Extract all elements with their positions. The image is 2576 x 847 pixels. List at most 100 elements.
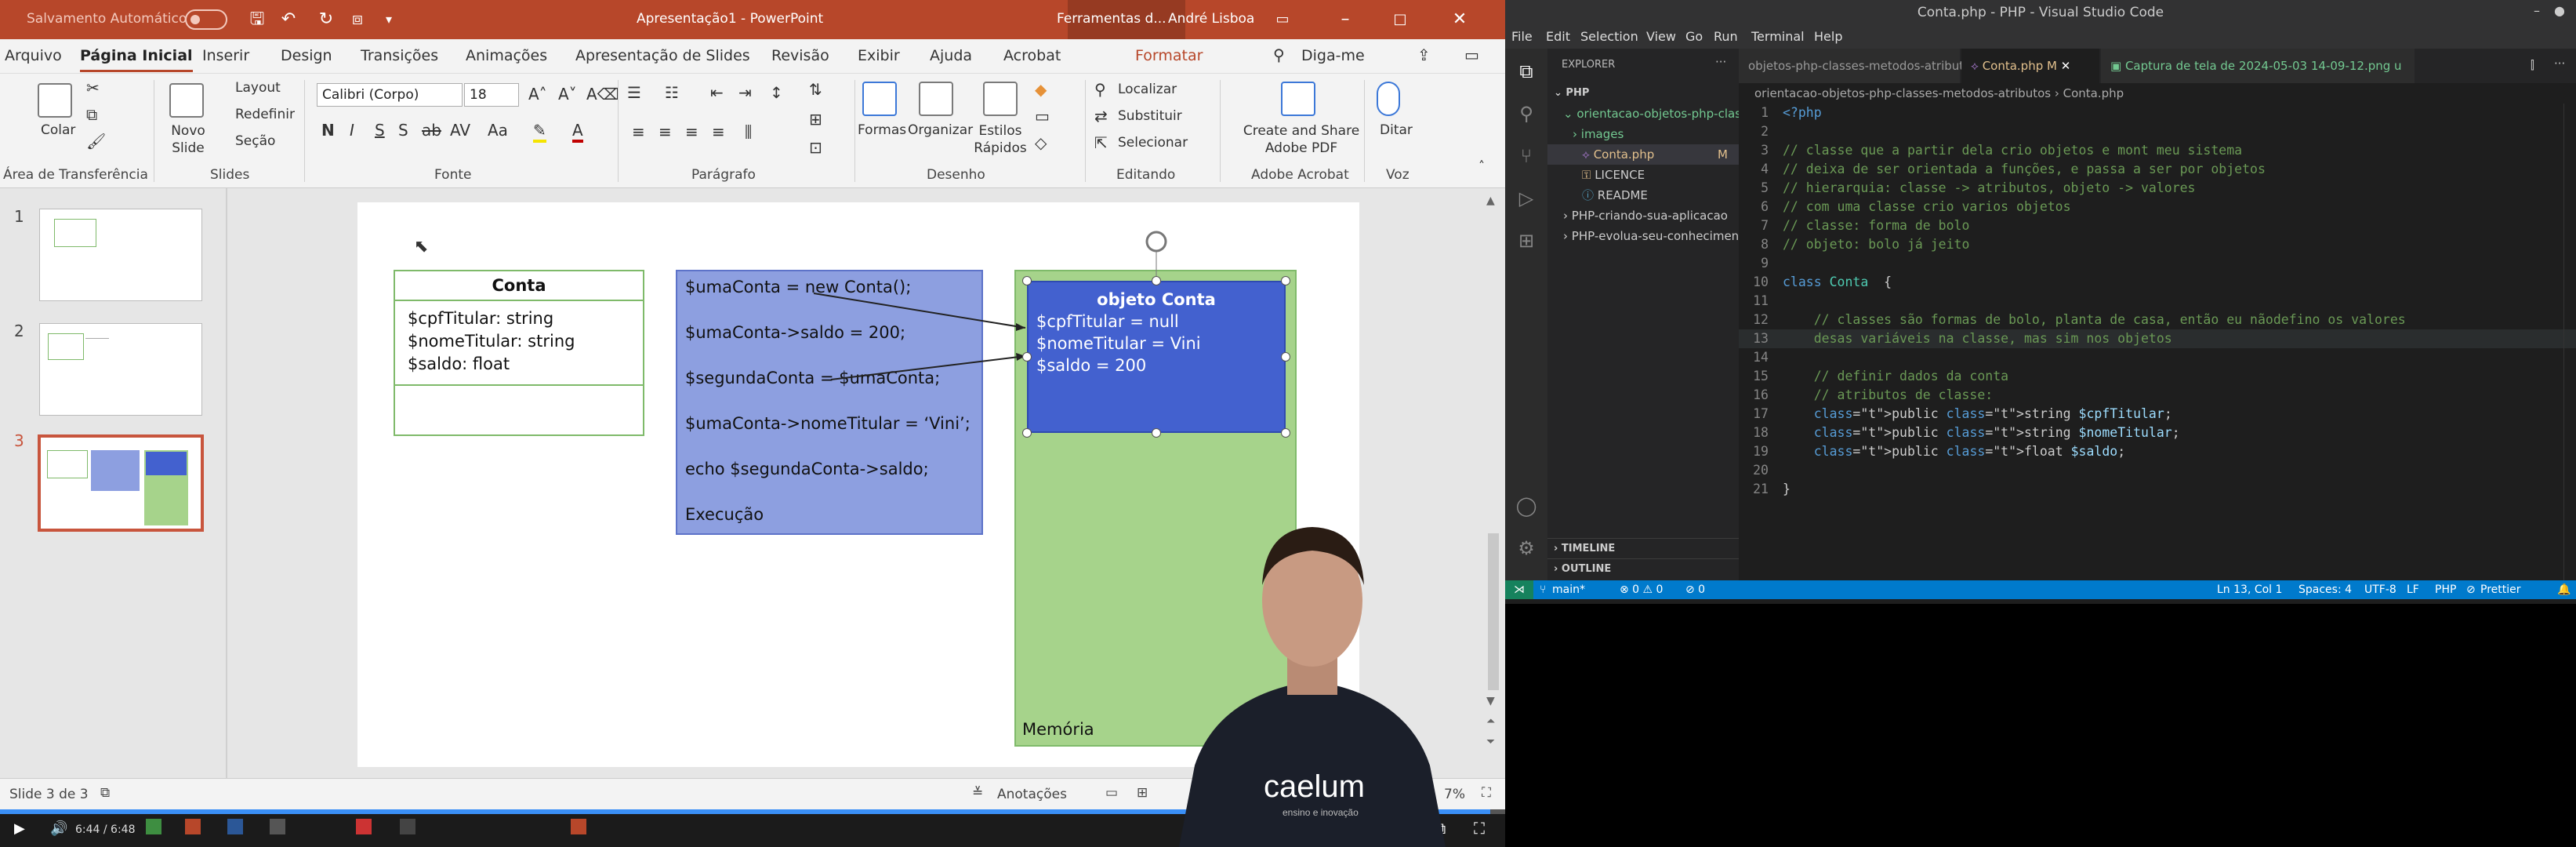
line-spacing-icon[interactable]: ↕ <box>770 83 783 102</box>
normal-view-icon[interactable]: ▭ <box>1105 785 1118 801</box>
find-icon[interactable]: ⚲ <box>1094 80 1106 99</box>
numbering-icon[interactable]: ☷ <box>665 83 679 102</box>
font-name-select[interactable]: Calibri (Corpo) <box>317 83 463 107</box>
remote-icon[interactable]: ⋊ <box>1505 580 1533 599</box>
language-mode[interactable]: PHP <box>2435 580 2456 599</box>
notes-icon[interactable]: ≚ <box>972 785 983 801</box>
taskbar-app-icon[interactable] <box>356 819 372 834</box>
encoding[interactable]: UTF-8 <box>2364 580 2396 599</box>
spellcheck-icon[interactable]: ⧉ <box>100 785 110 801</box>
close-tab-icon[interactable]: ✕ <box>2057 59 2071 73</box>
split-editor-icon[interactable]: ⫿ <box>2531 58 2534 72</box>
code-editor[interactable]: 1 <?php 2 3 // classe que a partir dela crio… <box>1739 104 2576 580</box>
editor-tab-active[interactable]: ⟡ Conta.php M ✕ <box>1961 49 2099 83</box>
quick-styles-icon[interactable] <box>983 82 1018 116</box>
taskbar-app-icon[interactable] <box>571 819 586 834</box>
autosave-toggle[interactable] <box>185 9 227 30</box>
italic-icon[interactable]: I <box>350 121 354 140</box>
code-line[interactable]: 18 class="t">public class="t">string $no… <box>1739 424 2576 442</box>
resize-handle[interactable] <box>1281 428 1290 438</box>
shrink-font-icon[interactable]: A˅ <box>558 85 577 104</box>
tab-exibir[interactable]: Exibir <box>858 47 900 64</box>
adobe-pdf-icon[interactable] <box>1281 82 1315 116</box>
increase-indent-icon[interactable]: ⇥ <box>738 83 752 102</box>
underline-icon[interactable]: S <box>375 121 385 140</box>
highlight-icon[interactable]: ✎ <box>533 121 546 143</box>
reset-button[interactable]: Redefinir <box>235 107 295 122</box>
tab-animacoes[interactable]: Animações <box>466 47 547 64</box>
sorter-view-icon[interactable]: ⊞ <box>1137 785 1148 801</box>
code-line[interactable]: 6 // com uma classe crio varios objetos <box>1739 198 2576 216</box>
menu-go[interactable]: Go <box>1685 29 1703 44</box>
file-item-selected[interactable]: ⟡ Conta.php M <box>1547 144 1739 165</box>
collapse-ribbon-icon[interactable]: ˄ <box>1478 158 1485 173</box>
rotate-handle-icon[interactable] <box>1145 231 1167 253</box>
present-icon[interactable]: ⧈ <box>345 7 370 32</box>
decrease-indent-icon[interactable]: ⇤ <box>710 83 724 102</box>
resize-handle[interactable] <box>1022 352 1032 362</box>
taskbar-app-icon[interactable] <box>227 819 243 834</box>
code-line[interactable]: 8 // objeto: bolo já jeito <box>1739 235 2576 254</box>
resize-handle[interactable] <box>1281 276 1290 285</box>
effects-icon[interactable]: ◇ <box>1035 133 1047 152</box>
code-line[interactable]: 1 <?php <box>1739 104 2576 122</box>
extensions-icon[interactable]: ⊞ <box>1515 229 1538 253</box>
account-icon[interactable]: ◯ <box>1515 494 1538 518</box>
tab-acrobat[interactable]: Acrobat <box>1003 47 1061 64</box>
font-color-icon[interactable]: A <box>572 121 583 143</box>
grow-font-icon[interactable]: A˄ <box>528 85 547 104</box>
font-size-select[interactable]: 18 <box>464 83 519 107</box>
more-actions-icon[interactable]: ··· <box>1715 55 1726 69</box>
code-line[interactable]: 14 <box>1739 348 2576 367</box>
editor-tab[interactable]: ▣ Captura de tela de 2024-05-03 14-09-12… <box>2101 49 2415 83</box>
volume-icon[interactable]: 🔊 <box>50 820 67 837</box>
minimap-scrollbar[interactable] <box>2563 104 2576 580</box>
maximize-icon[interactable]: □ <box>1388 7 1413 32</box>
new-slide-icon[interactable] <box>169 83 204 118</box>
menu-selection[interactable]: Selection <box>1580 29 1638 44</box>
code-line[interactable]: 10 class Conta { <box>1739 273 2576 292</box>
columns-icon[interactable]: ⫼ <box>745 122 752 141</box>
code-line[interactable]: 13 desas variáveis na classe, mas sim no… <box>1739 329 2576 348</box>
code-line[interactable]: 7 // classe: forma de bolo <box>1739 216 2576 235</box>
menu-view[interactable]: View <box>1646 29 1676 44</box>
undo-icon[interactable]: ↶ <box>276 7 301 32</box>
code-line[interactable]: 4 // deixa de ser orientada a funções, e … <box>1739 160 2576 179</box>
cursor-position[interactable]: Ln 13, Col 1 <box>2217 580 2282 599</box>
code-line[interactable]: 2 <box>1739 122 2576 141</box>
end-of-line[interactable]: LF <box>2407 580 2419 599</box>
dictate-button[interactable]: Ditar <box>1380 122 1413 138</box>
folder-item[interactable]: › PHP-criando-sua-aplicacao <box>1547 205 1739 226</box>
slide-thumbnail-1[interactable] <box>39 209 202 301</box>
bullets-icon[interactable]: ☰ <box>627 83 641 102</box>
tab-design[interactable]: Design <box>281 47 332 64</box>
git-branch[interactable]: main* <box>1552 580 1585 599</box>
align-right-icon[interactable]: ≡ <box>685 122 698 141</box>
code-line[interactable]: 12 // classes são formas de bolo, planta… <box>1739 311 2576 329</box>
workspace-root[interactable]: ⌄ PHP <box>1547 83 1739 104</box>
more-icon[interactable]: ··· <box>2554 56 2565 71</box>
search-icon[interactable]: ⚲ <box>1515 102 1538 125</box>
formatter[interactable]: Prettier <box>2480 580 2521 599</box>
justify-icon[interactable]: ≡ <box>712 122 725 141</box>
tell-me-input[interactable]: Diga-me <box>1301 47 1365 64</box>
play-icon[interactable]: ▶ <box>14 820 25 837</box>
resize-handle[interactable] <box>1022 276 1032 285</box>
context-tab-label[interactable]: Ferramentas d... <box>1057 11 1166 27</box>
customize-qat-icon[interactable]: ▾ <box>376 7 401 32</box>
quick-styles-button[interactable]: Estilos Rápidos <box>969 122 1032 157</box>
outline-icon[interactable]: ▭ <box>1035 107 1050 125</box>
code-line[interactable]: 11 <box>1739 292 2576 311</box>
taskbar-app-icon[interactable] <box>400 819 415 834</box>
notifications-icon[interactable]: 🔔 <box>2557 580 2571 599</box>
source-control-icon[interactable]: ⑂ <box>1515 144 1538 168</box>
menu-edit[interactable]: Edit <box>1546 29 1570 44</box>
smartart-icon[interactable]: ⊡ <box>809 138 822 157</box>
tab-apresentacao[interactable]: Apresentação de Slides <box>575 47 750 64</box>
menu-run[interactable]: Run <box>1714 29 1738 44</box>
folder-item[interactable]: ⌄ orientacao-objetos-php-class... <box>1547 104 1739 124</box>
user-name[interactable]: André Lisboa <box>1168 11 1254 27</box>
manage-gear-icon[interactable]: ⚙ <box>1515 536 1538 560</box>
replace-button[interactable]: Substituir <box>1118 108 1182 124</box>
ports-count[interactable]: ⊘ 0 <box>1685 580 1705 599</box>
